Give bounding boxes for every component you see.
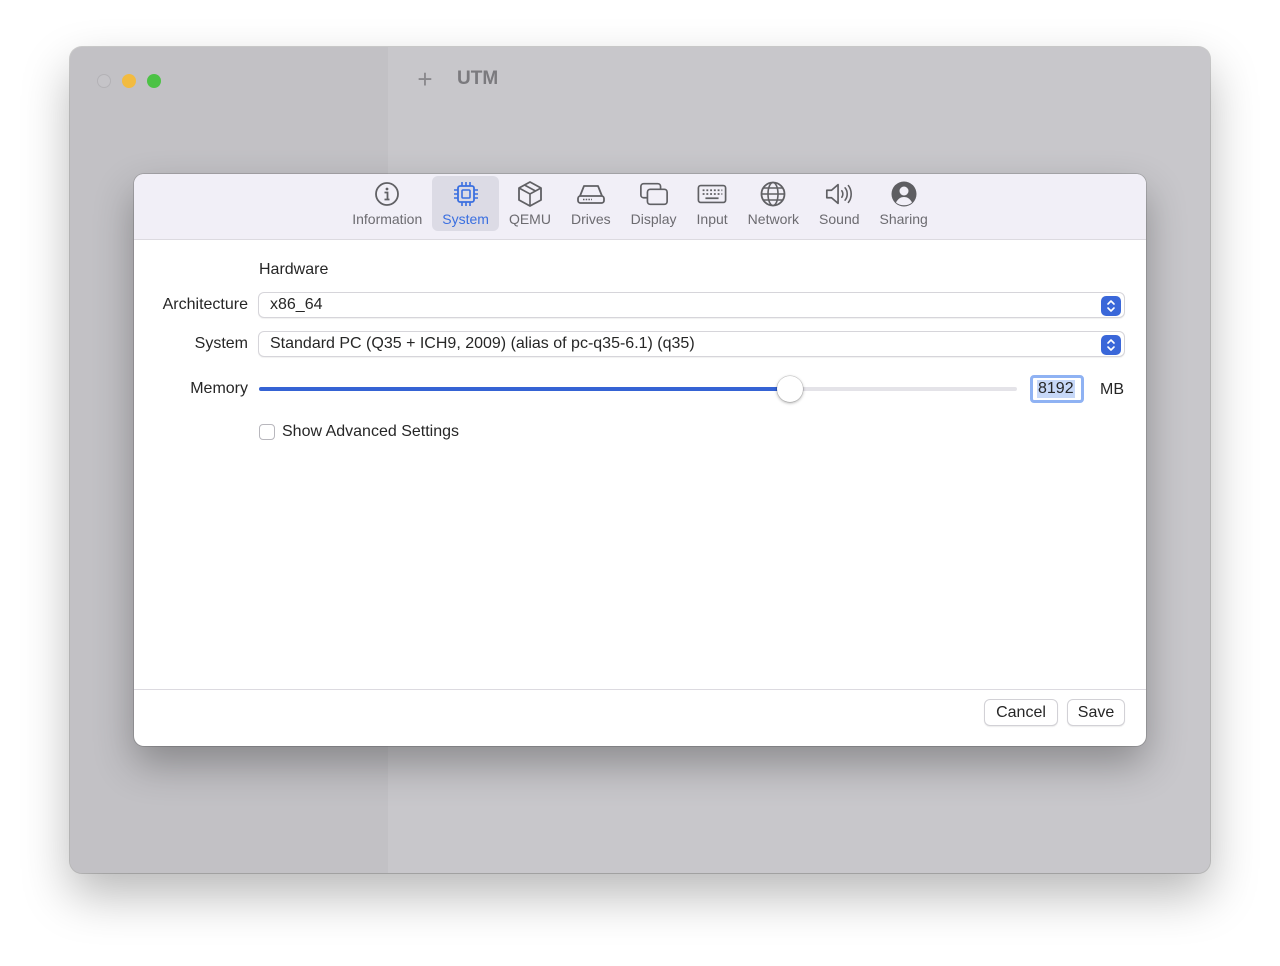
show-advanced-label[interactable]: Show Advanced Settings [282, 423, 459, 441]
desktop: + UTM Information System QEMU Drives Dis… [0, 0, 1280, 966]
plus-icon[interactable]: + [414, 66, 436, 92]
tab-label: Information [352, 211, 423, 227]
close-button[interactable] [97, 74, 111, 88]
chevron-updown-icon [1101, 335, 1121, 355]
tab-label: System [442, 211, 489, 227]
tab-label: Network [747, 211, 800, 227]
window-title: UTM [457, 68, 499, 89]
tab-network[interactable]: Network [738, 176, 809, 231]
tab-drives[interactable]: Drives [561, 176, 621, 231]
show-advanced-checkbox[interactable] [259, 424, 275, 440]
info-icon [372, 179, 402, 209]
memory-value: 8192 [1037, 380, 1075, 398]
memory-unit: MB [1100, 381, 1124, 398]
system-settings-panel: Hardware Architecture x86_64 System Stan… [134, 241, 1146, 689]
tab-system[interactable]: System [432, 176, 499, 231]
tab-qemu[interactable]: QEMU [499, 176, 561, 231]
system-label: System [194, 335, 248, 352]
section-title-hardware: Hardware [259, 261, 329, 278]
globe-icon [758, 179, 788, 209]
keyboard-icon [697, 179, 727, 209]
cpu-icon [451, 179, 481, 209]
display-icon [639, 179, 669, 209]
memory-slider-fill [259, 387, 790, 391]
zoom-button[interactable] [147, 74, 161, 88]
chevron-updown-icon [1101, 296, 1121, 316]
tab-label: Sound [819, 211, 860, 227]
memory-slider-thumb[interactable] [777, 376, 803, 402]
architecture-value: x86_64 [270, 296, 323, 313]
tab-label: Display [630, 211, 677, 227]
architecture-label: Architecture [162, 296, 248, 313]
tab-sound[interactable]: Sound [809, 176, 869, 231]
person-icon [889, 179, 919, 209]
tab-label: QEMU [508, 211, 551, 227]
memory-field[interactable]: 8192 [1030, 375, 1084, 403]
tab-sharing[interactable]: Sharing [870, 176, 938, 231]
cancel-button[interactable]: Cancel [984, 699, 1058, 726]
tab-label: Input [696, 211, 728, 227]
sheet-footer: Cancel Save [134, 689, 1146, 746]
architecture-popup[interactable]: x86_64 [258, 292, 1125, 318]
system-popup[interactable]: Standard PC (Q35 + ICH9, 2009) (alias of… [258, 331, 1125, 357]
memory-label: Memory [190, 380, 248, 397]
minimize-button[interactable] [122, 74, 136, 88]
settings-sheet: Information System QEMU Drives Display I… [134, 174, 1146, 746]
drive-icon [576, 179, 606, 209]
tab-information[interactable]: Information [342, 176, 432, 231]
tab-label: Drives [570, 211, 611, 227]
settings-toolbar: Information System QEMU Drives Display I… [134, 174, 1146, 240]
system-value: Standard PC (Q35 + ICH9, 2009) (alias of… [270, 335, 695, 352]
tab-label: Sharing [879, 211, 928, 227]
tab-display[interactable]: Display [621, 176, 687, 231]
speaker-icon [824, 179, 854, 209]
cube-icon [515, 179, 545, 209]
save-button[interactable]: Save [1067, 699, 1125, 726]
tab-input[interactable]: Input [687, 176, 738, 231]
